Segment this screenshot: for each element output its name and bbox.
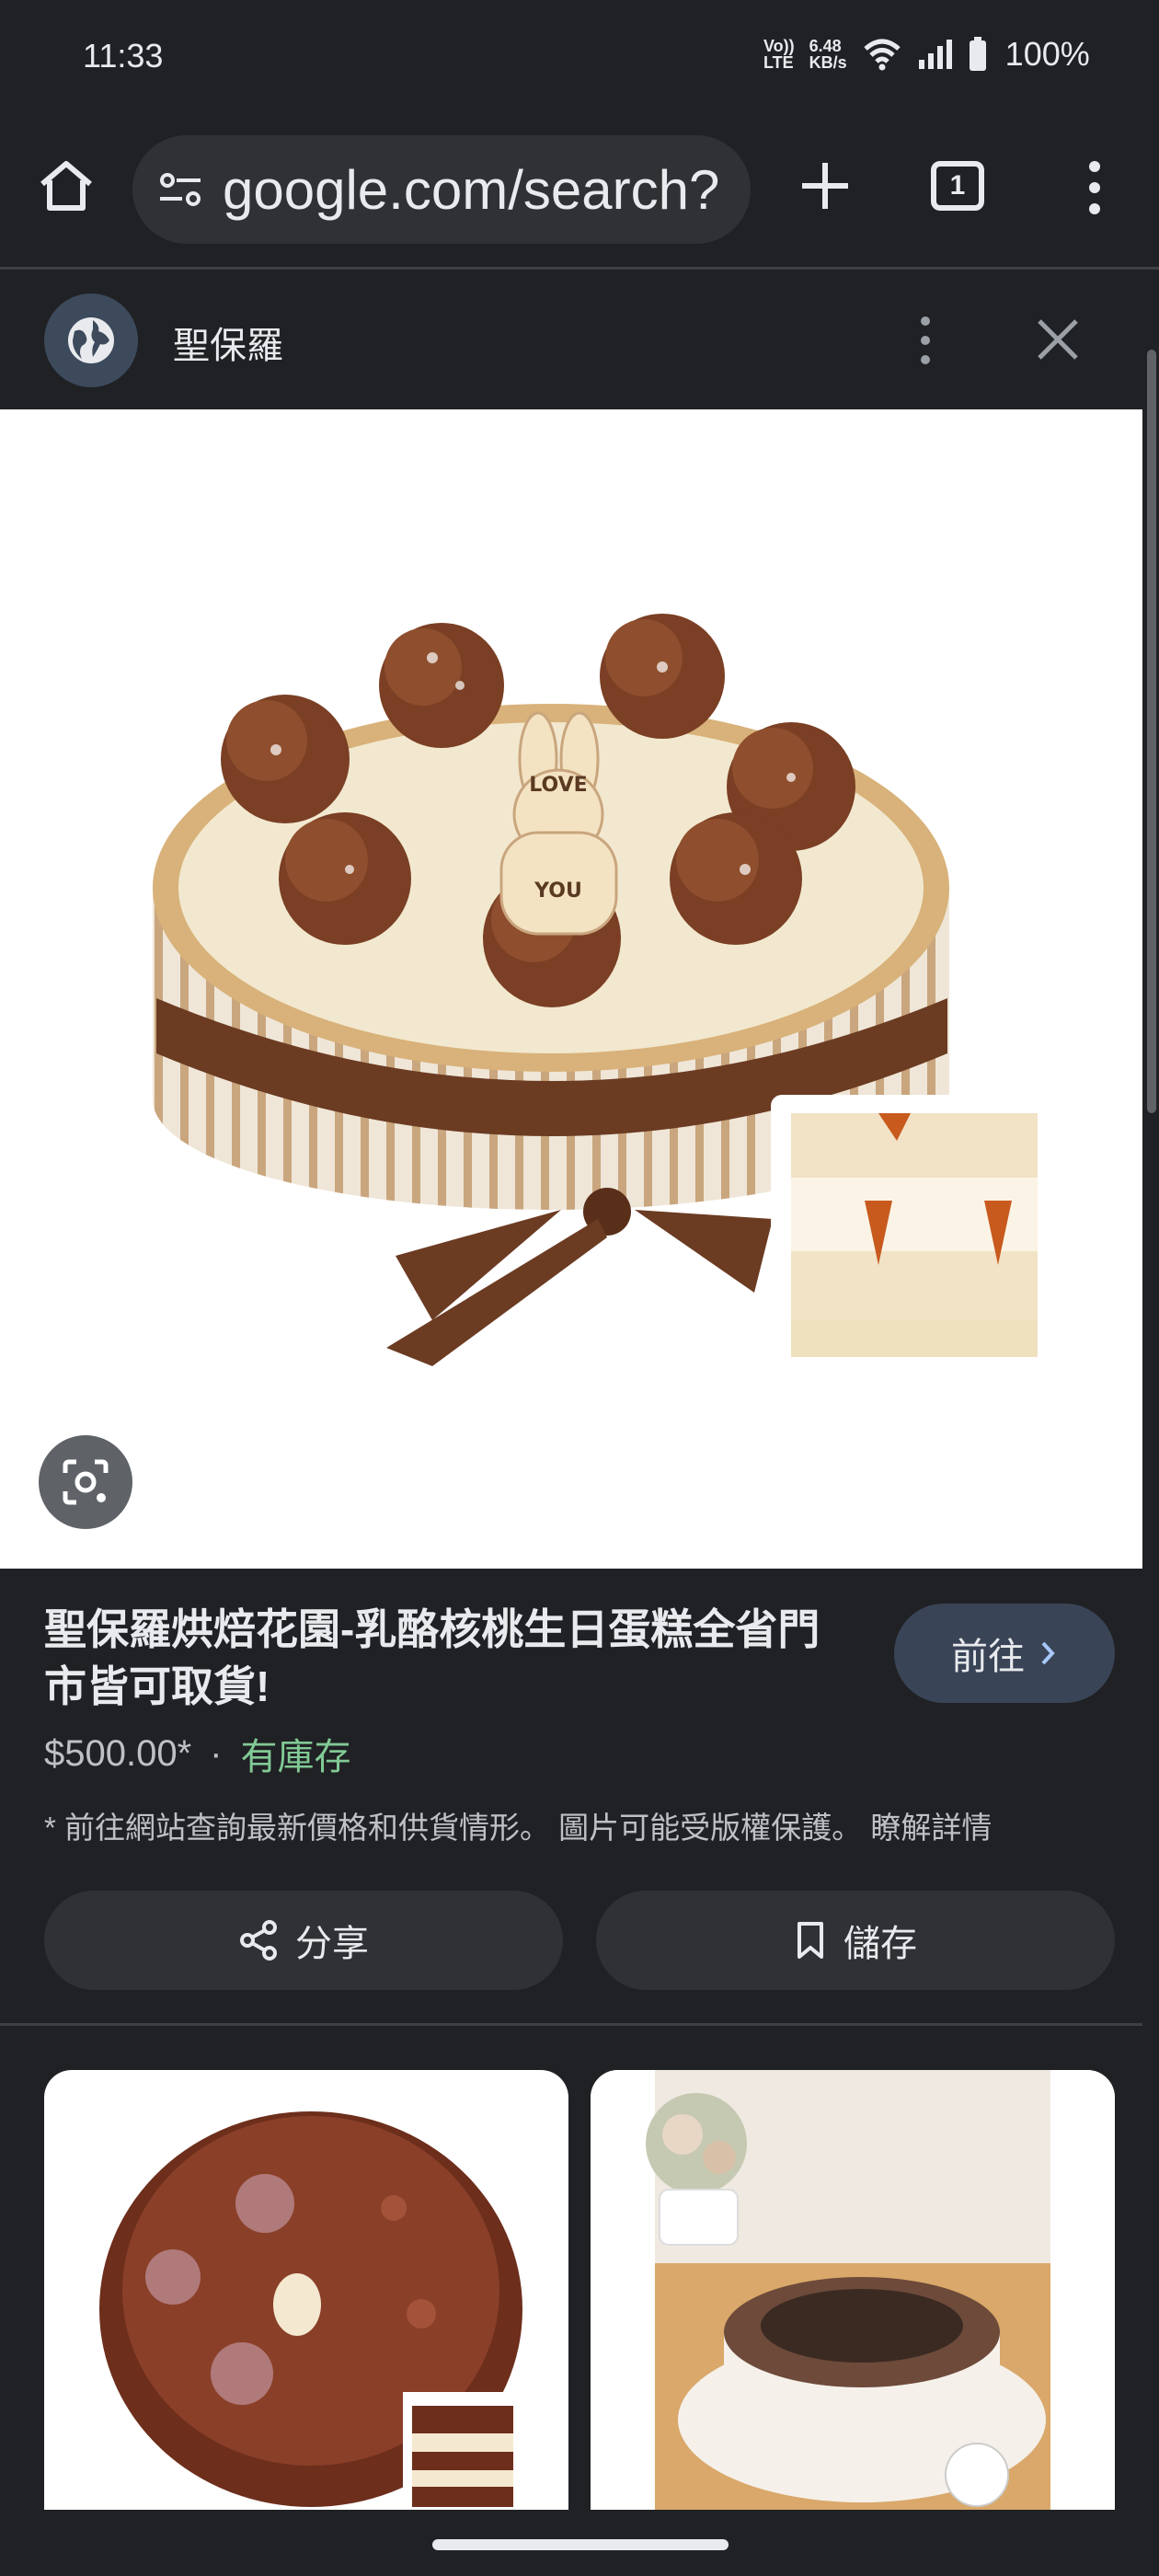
status-icons: Vo)) LTE 6.48 KB/s 100% bbox=[763, 35, 1090, 74]
product-title[interactable]: 聖保羅烘焙花園-乳酪核桃生日蛋糕全省門市皆可取貨! bbox=[44, 1601, 835, 1715]
source-name: 聖保羅 bbox=[173, 326, 283, 366]
topper-text-you: YOU bbox=[534, 880, 582, 903]
signal-icon bbox=[918, 40, 952, 69]
chevron-right-icon bbox=[1041, 1641, 1055, 1665]
address-bar[interactable]: google.com/search? bbox=[132, 135, 751, 244]
close-icon[interactable] bbox=[1030, 312, 1085, 367]
speed-unit: KB/s bbox=[809, 53, 847, 72]
volte-top: Vo)) bbox=[763, 37, 795, 55]
save-label: 儲存 bbox=[843, 1924, 917, 1964]
globe-icon bbox=[68, 317, 114, 363]
source-more-icon[interactable] bbox=[909, 308, 942, 373]
volte-indicator: Vo)) LTE bbox=[763, 38, 795, 71]
topper-text-love: LOVE bbox=[529, 774, 587, 797]
source-header: 聖保羅 bbox=[0, 270, 1142, 409]
price: $500.00* bbox=[44, 1732, 192, 1774]
wifi-icon bbox=[864, 39, 901, 71]
product-image[interactable]: LOVE YOU bbox=[0, 409, 1142, 1569]
home-icon[interactable] bbox=[37, 156, 96, 215]
related-product-card[interactable] bbox=[44, 2070, 568, 2512]
scrollbar-thumb[interactable] bbox=[1147, 350, 1156, 1113]
url-text: google.com/search? bbox=[223, 158, 720, 221]
lens-icon bbox=[63, 1459, 109, 1505]
share-label: 分享 bbox=[295, 1924, 369, 1964]
battery-level: 100% bbox=[1004, 35, 1090, 73]
visit-label: 前往 bbox=[951, 1637, 1025, 1677]
status-time: 11:33 bbox=[83, 37, 164, 75]
battery-icon bbox=[969, 37, 986, 71]
share-icon bbox=[240, 1920, 277, 1961]
speed-value: 6.48 bbox=[809, 37, 842, 55]
plus-icon[interactable] bbox=[793, 154, 857, 218]
more-vert-icon[interactable] bbox=[1076, 155, 1113, 220]
disclaimer-text[interactable]: * 前往網站查詢最新價格和供貨情形。 圖片可能受版權保護。 瞭解詳情 bbox=[44, 1803, 992, 1847]
save-button[interactable]: 儲存 bbox=[596, 1891, 1115, 1990]
tab-count: 1 bbox=[949, 170, 966, 201]
lens-button[interactable] bbox=[39, 1435, 132, 1529]
price-row: $500.00* · 有庫存 bbox=[44, 1727, 350, 1780]
status-bar: 11:33 Vo)) LTE 6.48 KB/s 100% bbox=[0, 0, 1159, 115]
tabs-icon[interactable]: 1 bbox=[931, 161, 984, 211]
source-favicon bbox=[44, 293, 138, 387]
separator-dot: · bbox=[210, 1732, 223, 1774]
bookmark-icon bbox=[798, 1922, 823, 1959]
share-button[interactable]: 分享 bbox=[44, 1891, 563, 1990]
cake-illustration: LOVE YOU bbox=[153, 614, 1045, 1373]
site-settings-icon[interactable] bbox=[155, 164, 206, 215]
network-speed: 6.48 KB/s bbox=[809, 38, 847, 71]
browser-toolbar: google.com/search? 1 bbox=[0, 115, 1159, 270]
chocolate-cake-image bbox=[99, 2111, 522, 2512]
related-product-card[interactable] bbox=[591, 2070, 1115, 2512]
home-gesture-bar[interactable] bbox=[432, 2539, 729, 2550]
visit-button[interactable]: 前往 bbox=[894, 1604, 1115, 1703]
cream-cake-image bbox=[591, 2070, 1115, 2512]
stock-status: 有庫存 bbox=[240, 1737, 351, 1777]
volte-bottom: LTE bbox=[763, 53, 794, 72]
section-divider bbox=[0, 2023, 1142, 2026]
